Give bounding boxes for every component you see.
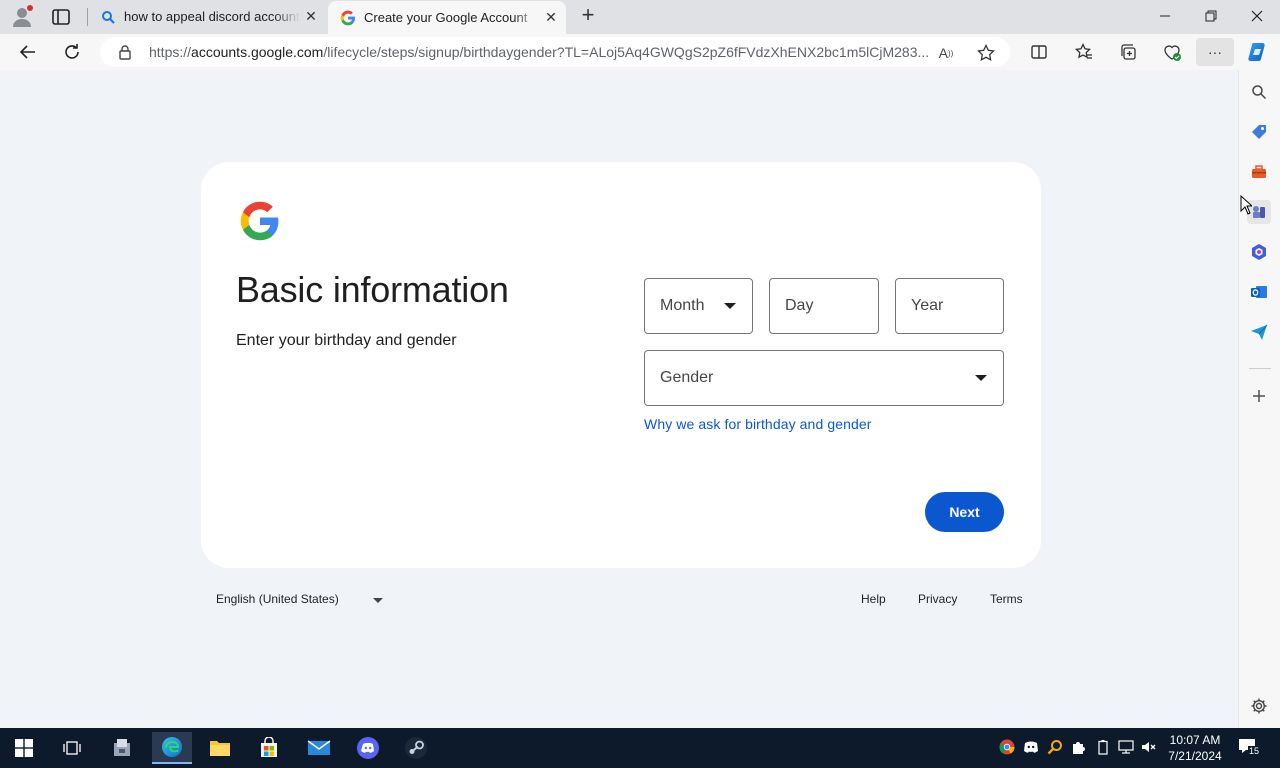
microsoft-store-icon[interactable] xyxy=(249,732,289,764)
favorites-icon[interactable] xyxy=(1070,38,1098,66)
day-placeholder: Day xyxy=(785,297,814,314)
task-view-icon[interactable] xyxy=(52,732,92,764)
mouse-cursor-icon xyxy=(1240,194,1254,215)
signup-card: Basic information Enter your birthday an… xyxy=(201,162,1041,568)
year-field[interactable]: Year xyxy=(895,278,1004,334)
dropdown-caret-icon xyxy=(724,303,736,309)
mail-icon[interactable] xyxy=(299,732,339,764)
gender-select[interactable]: Gender xyxy=(644,350,1004,406)
clock-date: 7/21/2024 xyxy=(1168,749,1222,763)
network-icon[interactable] xyxy=(1117,738,1135,756)
shopping-tag-icon[interactable] xyxy=(1247,120,1271,144)
battery-icon[interactable] xyxy=(1094,738,1112,756)
tab-title: how to appeal discord account d xyxy=(124,9,300,24)
browser-toolbar: https://accounts.google.com/lifecycle/st… xyxy=(0,34,1280,70)
close-window-icon[interactable] xyxy=(1234,0,1280,32)
discord-tray-icon[interactable] xyxy=(1022,738,1040,756)
send-icon[interactable] xyxy=(1247,320,1271,344)
windows-taskbar: 10:07 AM 7/21/2024 15 xyxy=(0,728,1280,768)
profile-icon[interactable] xyxy=(10,5,34,29)
tab-title: Create your Google Account xyxy=(364,10,528,25)
edge-sidebar xyxy=(1238,70,1280,728)
notification-center-icon[interactable]: 15 xyxy=(1238,738,1264,758)
year-placeholder: Year xyxy=(911,297,944,314)
google-logo-icon xyxy=(239,200,281,242)
close-tab-icon[interactable]: ✕ xyxy=(540,7,562,29)
gender-placeholder: Gender xyxy=(660,369,714,386)
discord-icon[interactable] xyxy=(348,732,388,764)
clock-time: 10:07 AM xyxy=(1169,733,1221,747)
favorite-star-icon[interactable] xyxy=(976,43,996,63)
microsoft-365-icon[interactable] xyxy=(1247,240,1271,264)
language-select[interactable]: English (United States) xyxy=(216,592,339,606)
tab-create-google-account[interactable]: Create your Google Account ✕ xyxy=(328,1,566,34)
back-icon[interactable] xyxy=(14,38,42,66)
system-clock[interactable]: 10:07 AM 7/21/2024 xyxy=(1160,732,1230,764)
file-explorer-icon[interactable] xyxy=(200,732,240,764)
close-tab-icon[interactable]: ✕ xyxy=(300,6,322,28)
windows-start-icon[interactable] xyxy=(4,732,44,764)
help-link[interactable]: Help xyxy=(861,592,886,606)
tools-briefcase-icon[interactable] xyxy=(1247,160,1271,184)
dropdown-caret-icon xyxy=(975,375,987,381)
split-screen-icon[interactable] xyxy=(1025,38,1053,66)
month-placeholder: Month xyxy=(660,297,705,314)
search-icon xyxy=(100,9,116,25)
restore-icon[interactable] xyxy=(1188,0,1234,32)
settings-gear-icon[interactable] xyxy=(1247,694,1271,718)
url-text: https://accounts.google.com/lifecycle/st… xyxy=(149,44,929,60)
page-subtitle: Enter your birthday and gender xyxy=(236,332,457,349)
lock-icon[interactable] xyxy=(117,44,133,60)
tab-discord-search[interactable]: how to appeal discord account d ✕ xyxy=(88,0,326,33)
month-select[interactable]: Month xyxy=(644,278,753,334)
browser-essentials-icon[interactable] xyxy=(1158,38,1186,66)
puzzle-tray-icon[interactable] xyxy=(1070,738,1088,756)
why-birthday-gender-link[interactable]: Why we ask for birthday and gender xyxy=(644,416,872,432)
google-icon xyxy=(340,10,356,26)
volume-muted-icon[interactable] xyxy=(1140,738,1158,756)
steam-icon[interactable] xyxy=(396,732,436,764)
privacy-link[interactable]: Privacy xyxy=(918,592,957,606)
address-bar[interactable]: https://accounts.google.com/lifecycle/st… xyxy=(100,37,1010,67)
terms-link[interactable]: Terms xyxy=(990,592,1023,606)
tab-actions-icon[interactable] xyxy=(50,6,72,28)
edge-taskbar-icon[interactable] xyxy=(152,732,192,764)
read-aloud-icon[interactable]: A)) xyxy=(936,43,956,63)
tab-strip: how to appeal discord account d ✕ Create… xyxy=(0,0,1280,34)
sidebar-divider xyxy=(1249,368,1271,369)
day-field[interactable]: Day xyxy=(769,278,879,334)
add-icon[interactable] xyxy=(1247,384,1271,408)
page-title: Basic information xyxy=(236,269,509,310)
notification-count: 15 xyxy=(1248,746,1261,756)
new-tab-button[interactable]: + xyxy=(577,4,599,27)
minimize-icon[interactable] xyxy=(1142,0,1188,32)
outlook-icon[interactable] xyxy=(1247,280,1271,304)
next-button[interactable]: Next xyxy=(925,492,1004,532)
chrome-tray-icon[interactable] xyxy=(998,738,1016,756)
app-installer-icon[interactable] xyxy=(102,732,142,764)
search-icon[interactable] xyxy=(1247,80,1271,104)
collections-icon[interactable] xyxy=(1114,38,1142,66)
more-options-button[interactable]: ··· xyxy=(1196,38,1234,66)
copilot-icon[interactable] xyxy=(1244,38,1272,66)
search-tray-icon[interactable] xyxy=(1046,738,1064,756)
refresh-icon[interactable] xyxy=(58,38,86,66)
language-caret-icon[interactable] xyxy=(373,598,383,603)
